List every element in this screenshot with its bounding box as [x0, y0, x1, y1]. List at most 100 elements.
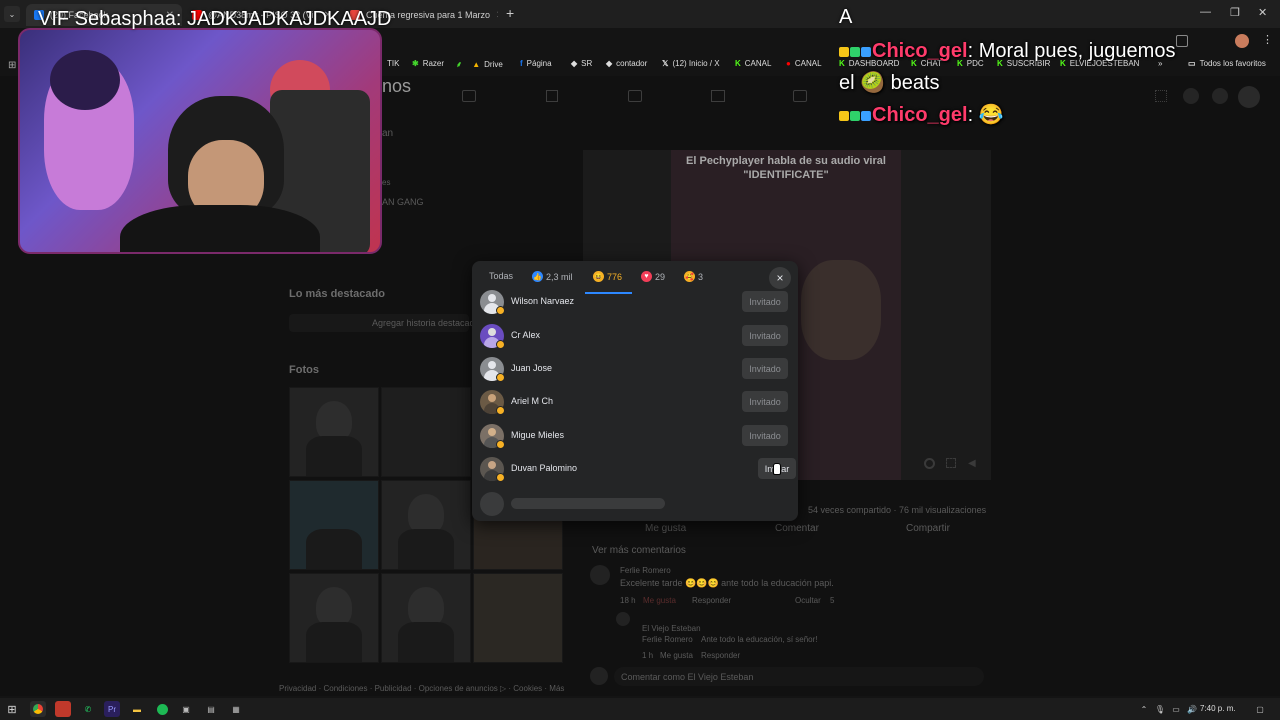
- bookmark-drive[interactable]: ⸙ ▲ Drive: [456, 59, 503, 70]
- tab-list-dropdown-icon[interactable]: ⌄: [4, 6, 20, 22]
- close-icon[interactable]: ×: [769, 267, 791, 289]
- tray-chevron-icon[interactable]: ⌃: [1136, 701, 1152, 717]
- app-icon[interactable]: ▣: [178, 701, 194, 717]
- profile-avatar[interactable]: [1235, 34, 1249, 48]
- list-item[interactable]: Juan Jose Invitado: [480, 354, 790, 384]
- menu-grid-icon[interactable]: [1155, 90, 1167, 102]
- close-icon[interactable]: ✕: [496, 10, 498, 21]
- comment-like[interactable]: Me gusta: [643, 596, 676, 605]
- premiere-icon[interactable]: Pr: [104, 701, 120, 717]
- bookmark-pagina[interactable]: f Página: [520, 59, 552, 68]
- bookmark-label: Todos los favoritos: [1199, 59, 1266, 68]
- apps-grid-icon[interactable]: ⊞: [8, 60, 16, 71]
- bookmark-label: contador: [616, 59, 648, 68]
- avatar[interactable]: [1238, 86, 1260, 108]
- chat-username: Chico_gel: [872, 40, 968, 62]
- all-bookmarks[interactable]: ▭ Todos los favoritos: [1188, 59, 1266, 68]
- gallery-icon[interactable]: [628, 90, 642, 102]
- bookmark-contador[interactable]: ◆ contador: [606, 59, 647, 68]
- photo-tile[interactable]: [381, 387, 471, 477]
- person-name[interactable]: Ariel M Ch: [511, 396, 553, 406]
- tab-haha[interactable]: 😆 776: [593, 271, 622, 282]
- list-item[interactable]: Ariel M Ch Invitado: [480, 387, 790, 417]
- footer-links[interactable]: Privacidad · Condiciones · Publicidad · …: [279, 684, 564, 693]
- volume-icon[interactable]: 🔊: [1184, 701, 1200, 717]
- flag-icon[interactable]: [546, 90, 558, 102]
- close-window-icon[interactable]: ✕: [1258, 6, 1267, 19]
- list-item[interactable]: Duvan Palomino Invitar: [480, 454, 796, 484]
- photo-content: [316, 401, 352, 441]
- video-person: [801, 260, 881, 360]
- microphone-icon[interactable]: 🎙: [1152, 701, 1168, 717]
- reply-like[interactable]: Me gusta: [660, 651, 693, 660]
- tab-care[interactable]: 🥰 3: [684, 271, 703, 282]
- tab-like[interactable]: 👍 2,3 mil: [532, 271, 573, 282]
- photo-tile[interactable]: [473, 573, 563, 663]
- messenger-icon[interactable]: [1183, 88, 1199, 104]
- new-tab-button[interactable]: +: [506, 5, 514, 21]
- minimize-icon[interactable]: —: [1200, 6, 1211, 18]
- comment-author[interactable]: Ferlie Romero: [620, 566, 671, 575]
- bookmark-sr[interactable]: ◆ SR: [571, 59, 592, 68]
- bookmark-canal-youtube[interactable]: ● CANAL: [786, 59, 822, 68]
- settings-icon[interactable]: [924, 458, 935, 469]
- share-action[interactable]: Compartir: [906, 523, 950, 534]
- person-name[interactable]: Migue Mieles: [511, 430, 564, 440]
- fullscreen-icon[interactable]: [946, 458, 956, 468]
- crown-badge-icon: [839, 46, 849, 57]
- reply-respond[interactable]: Responder: [701, 651, 740, 660]
- comment-action[interactable]: Comentar: [775, 523, 819, 534]
- menu-icon[interactable]: ⋮: [1262, 33, 1273, 46]
- home-icon[interactable]: [462, 90, 476, 102]
- mural-figure: [50, 50, 120, 110]
- invited-button: Invitado: [742, 325, 788, 346]
- app-icon[interactable]: ▦: [228, 701, 244, 717]
- reply-quote-author[interactable]: Ferlie Romero: [642, 635, 693, 644]
- bookmark-tik[interactable]: TIK: [387, 59, 399, 68]
- megaphone-icon[interactable]: [711, 90, 725, 102]
- photo-content: [408, 494, 444, 534]
- photo-tile[interactable]: [289, 387, 379, 477]
- tab-all[interactable]: Todas: [489, 271, 513, 281]
- calendar-icon[interactable]: [793, 90, 807, 102]
- photo-tile[interactable]: [381, 573, 471, 663]
- news-app-icon[interactable]: [55, 701, 71, 717]
- sub-badge-icon: [850, 46, 860, 57]
- photo-tile[interactable]: [289, 480, 379, 570]
- chrome-icon[interactable]: [30, 701, 46, 717]
- side-item: an: [382, 128, 394, 139]
- person-name[interactable]: Duvan Palomino: [511, 463, 577, 473]
- whatsapp-icon[interactable]: ✆: [80, 701, 96, 717]
- facebook-icon: f: [520, 59, 523, 68]
- tab-love[interactable]: ♥ 29: [641, 271, 665, 282]
- like-action[interactable]: Me gusta: [645, 523, 686, 534]
- list-item[interactable]: Wilson Narvaez Invitado: [480, 287, 790, 317]
- list-item[interactable]: Migue Mieles Invitado: [480, 421, 790, 451]
- maximize-icon[interactable]: ❐: [1230, 6, 1240, 19]
- volume-icon[interactable]: ◀: [968, 458, 976, 469]
- windows-start-icon[interactable]: ⊞: [4, 701, 20, 717]
- person-name[interactable]: Cr Alex: [511, 330, 540, 340]
- chat-message: Chico_gel: 😂: [839, 102, 1004, 127]
- notifications-icon[interactable]: [1212, 88, 1228, 104]
- comment-hide[interactable]: Ocultar: [795, 596, 821, 605]
- spotify-icon[interactable]: [154, 701, 170, 717]
- list-item[interactable]: Cr Alex Invitado: [480, 321, 790, 351]
- network-icon[interactable]: ▭: [1168, 701, 1184, 717]
- reply-author[interactable]: El Viejo Esteban: [642, 624, 701, 633]
- photo-content: [305, 436, 363, 476]
- bookmark-x[interactable]: 𝕏 (12) Inicio / X: [662, 59, 720, 68]
- notifications-icon[interactable]: ▢: [1252, 701, 1268, 717]
- taskbar-clock[interactable]: 7:40 p. m.: [1200, 704, 1236, 713]
- person-name[interactable]: Wilson Narvaez: [511, 296, 574, 306]
- bookmark-canal-kick[interactable]: K CANAL: [735, 59, 771, 68]
- see-more-comments[interactable]: Ver más comentarios: [592, 545, 686, 556]
- bookmark-razer[interactable]: ✱ Razer: [412, 59, 444, 68]
- extension-icon[interactable]: [1176, 35, 1188, 47]
- person-name[interactable]: Juan Jose: [511, 363, 552, 373]
- app-icon[interactable]: ▤: [203, 701, 219, 717]
- photo-tile[interactable]: [289, 573, 379, 663]
- comment-reply[interactable]: Responder: [692, 596, 731, 605]
- photo-tile[interactable]: [381, 480, 471, 570]
- folder-icon[interactable]: ▬: [129, 701, 145, 717]
